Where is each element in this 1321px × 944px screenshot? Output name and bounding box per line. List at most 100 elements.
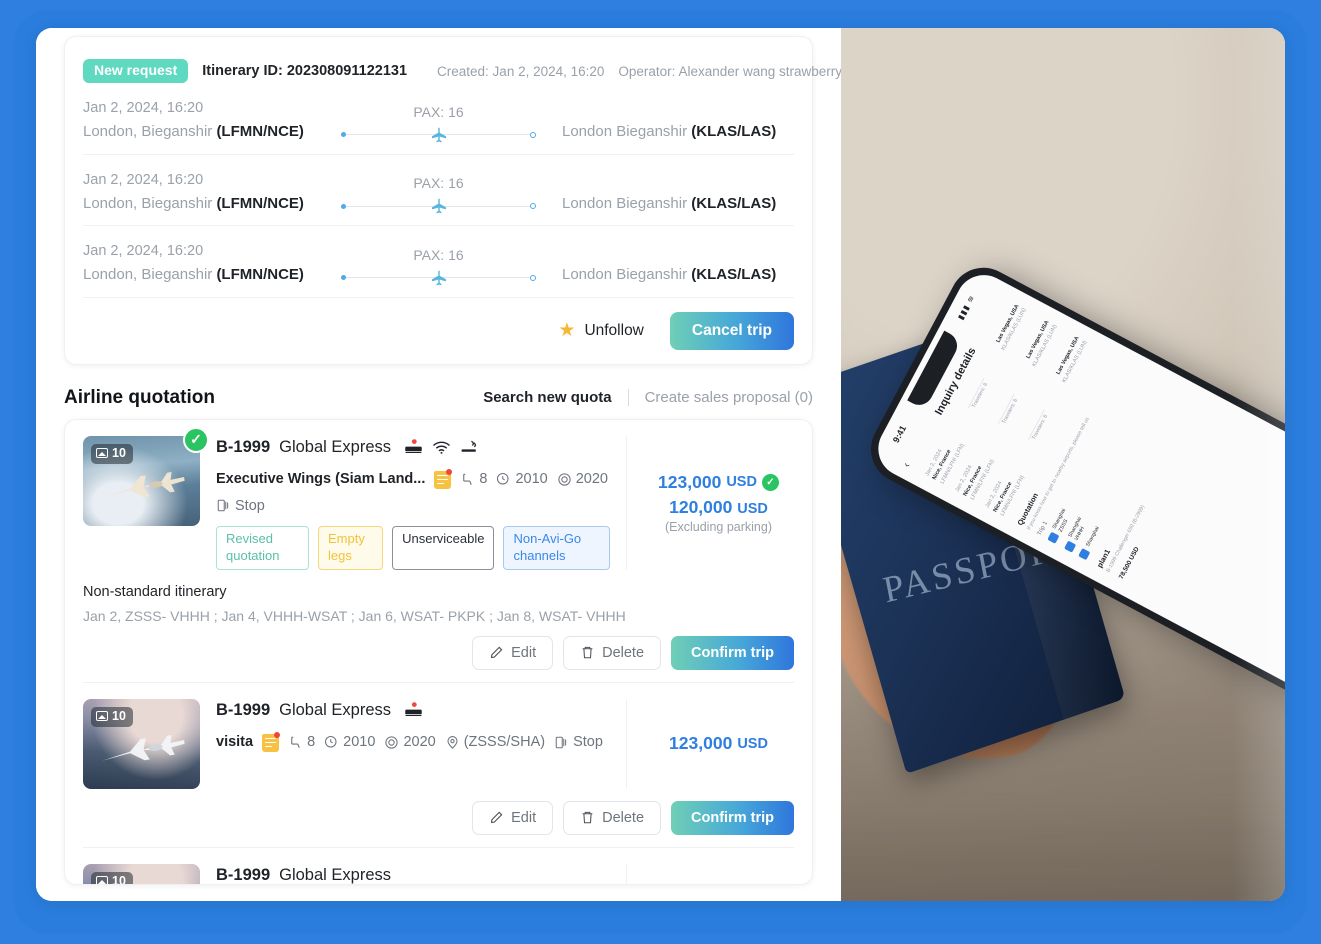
leg-origin-city: London, Bieganshir <box>83 266 217 284</box>
phone-leg-pax: Travelers: 8 <box>960 374 990 412</box>
tag-unserviceable[interactable]: Unserviceable <box>392 525 495 570</box>
leg-pax: PAX: 16 <box>413 246 464 263</box>
edit-button[interactable]: Edit <box>472 635 554 670</box>
aircraft-thumbnail[interactable]: 10 <box>83 698 200 789</box>
search-new-quota-link[interactable]: Search new quota <box>483 389 611 406</box>
bed-icon <box>404 702 423 718</box>
photo-count-badge: 10 <box>91 443 133 464</box>
photo-count: 10 <box>112 445 126 460</box>
quotation-actions: Edit Delete Confirm trip <box>83 800 794 835</box>
unfollow-button[interactable]: ★ Unfollow <box>558 321 644 340</box>
year-built-value: 2010 <box>343 734 376 751</box>
leg-route: PAX: 16 <box>333 104 544 144</box>
edit-button[interactable]: Edit <box>472 800 554 835</box>
created-timestamp: Created: Jan 2, 2024, 16:20 <box>437 63 605 79</box>
aircraft-title-row: B-1999 Global Express <box>216 865 610 884</box>
quotation-card[interactable]: 10 B-1999 Global Express visita 8 2010 2… <box>83 683 794 848</box>
summary-actions: ★ Unfollow Cancel trip <box>83 298 794 350</box>
aircraft-registration: B-1999 <box>216 865 271 884</box>
leg-origin-city: London, Bieganshir <box>83 123 217 141</box>
phone-option-icon <box>1063 540 1076 553</box>
price-primary-unit: USD <box>726 474 757 491</box>
photo-count-badge: 10 <box>91 706 133 727</box>
route-destination-dot <box>530 203 536 210</box>
trash-icon <box>582 647 593 659</box>
aircraft-thumbnail-wrap[interactable]: 10 <box>83 863 200 885</box>
itinerary-leg: Jan 2, 2024, 16:20 London, Bieganshir (L… <box>83 83 794 155</box>
aircraft-title-row: B-1999 Global Express <box>216 438 610 457</box>
amenities <box>404 439 479 455</box>
create-sales-proposal-link[interactable]: Create sales proposal (0) <box>645 389 813 406</box>
seat-count-value: 8 <box>307 734 316 751</box>
photo-count: 10 <box>112 873 126 885</box>
quotation-list[interactable]: 10 ✓ B-1999 Global Express Executive Win… <box>64 418 813 885</box>
leg-origin-city: London, Bieganshir <box>83 194 217 212</box>
aircraft-thumbnail[interactable]: 10 <box>83 863 200 885</box>
aircraft-spec-row: visita 8 2010 2020 (ZSSS/SHA) Stop <box>216 731 610 752</box>
airport-code: (ZSSS/SHA) <box>445 734 545 750</box>
airline-quotation-header: Airline quotation Search new quota Creat… <box>64 387 813 409</box>
operator-name: Operator: Alexander wang strawberry <box>618 63 841 79</box>
confirm-trip-button[interactable]: Confirm trip <box>671 800 794 835</box>
main-content: New request Itinerary ID: 20230809112213… <box>36 28 841 901</box>
aircraft-thumbnail[interactable]: 10 <box>83 435 200 526</box>
leg-destination: London Bieganshir (KLAS/LAS) <box>544 264 794 287</box>
leg-destination-code: (KLAS/LAS) <box>691 266 777 284</box>
year-refurbished: 2020 <box>384 734 436 751</box>
photo-edge-sheen <box>1231 28 1285 901</box>
jet-silhouette-icon <box>101 735 185 761</box>
delete-label: Delete <box>602 809 645 826</box>
year-built: 2010 <box>324 734 375 750</box>
leg-route: PAX: 16 <box>333 247 544 287</box>
stop-info: Stop <box>216 498 265 514</box>
jet-silhouette-icon <box>101 472 185 498</box>
photo-icon <box>96 711 108 722</box>
itinerary-leg: Jan 2, 2024, 16:20 London, Bieganshir (L… <box>83 226 794 298</box>
leg-destination-city: London Bieganshir <box>562 194 692 212</box>
quotation-card[interactable]: 10 B-1999 Global Express Zhongyi Airline… <box>83 848 794 885</box>
app-window: New request Itinerary ID: 20230809112213… <box>36 28 1285 901</box>
quotation-info: B-1999 Global Express visita 8 2010 2020… <box>216 699 610 789</box>
confirm-trip-button[interactable]: Confirm trip <box>671 635 794 670</box>
delete-button[interactable]: Delete <box>563 800 662 835</box>
tag-empty-legs[interactable]: Empty legs <box>318 525 384 570</box>
aircraft-model: Global Express <box>279 437 392 456</box>
cancel-trip-button[interactable]: Cancel trip <box>669 311 794 350</box>
amenities <box>404 702 423 718</box>
note-icon[interactable] <box>262 731 281 752</box>
quotation-card[interactable]: 10 ✓ B-1999 Global Express Executive Win… <box>83 420 794 683</box>
leg-date: Jan 2, 2024, 16:20 <box>83 171 204 188</box>
itinerary-id: Itinerary ID: 202308091122131 <box>202 63 408 80</box>
pencil-icon <box>491 646 503 659</box>
phone-status-time: 9:41 <box>890 423 908 445</box>
aircraft-thumbnail-wrap[interactable]: 10 ✓ <box>83 426 209 570</box>
quotation-info: B-1999 Global Express Zhongyi Airlines 8 <box>216 864 610 884</box>
nonstandard-itinerary-title: Non-standard itinerary <box>83 583 227 600</box>
leg-destination: London Bieganshir (KLAS/LAS) <box>544 121 794 144</box>
price-primary: 123,000 USD ✓ <box>643 472 794 493</box>
route-destination-dot <box>530 131 536 138</box>
year-refurbished-value: 2020 <box>403 734 436 751</box>
delete-button[interactable]: Delete <box>563 635 662 670</box>
header-links: Search new quota Create sales proposal (… <box>483 389 813 407</box>
phone-price-value: 78,500 <box>1117 559 1133 581</box>
unfollow-label: Unfollow <box>584 321 644 339</box>
note-icon[interactable] <box>434 468 453 489</box>
price-check-icon: ✓ <box>761 473 779 491</box>
price-secondary-unit: USD <box>737 500 768 517</box>
leg-origin-code: (LFMN/NCE) <box>216 123 304 141</box>
photo-count: 10 <box>112 708 126 723</box>
tag-list: Revised quotation Empty legs Unserviceab… <box>216 525 610 570</box>
leg-destination-city: London Bieganshir <box>562 266 692 284</box>
photo-count-badge: 10 <box>91 871 133 885</box>
status-badge: New request <box>83 59 189 84</box>
seat-count: 8 <box>460 471 487 487</box>
aircraft-model: Global Express <box>279 700 392 719</box>
quotation-price: 123,000 USD ✓ 120,000 USD (Excluding par… <box>626 435 794 570</box>
tag-revised-quotation[interactable]: Revised quotation <box>216 525 309 570</box>
aircraft-thumbnail-wrap[interactable]: 10 <box>83 698 200 789</box>
delete-label: Delete <box>602 644 645 661</box>
tag-non-avi-go-channels[interactable]: Non-Avi-Go channels <box>503 525 610 570</box>
edit-label: Edit <box>511 809 537 826</box>
stop-value: Stop <box>235 497 265 514</box>
